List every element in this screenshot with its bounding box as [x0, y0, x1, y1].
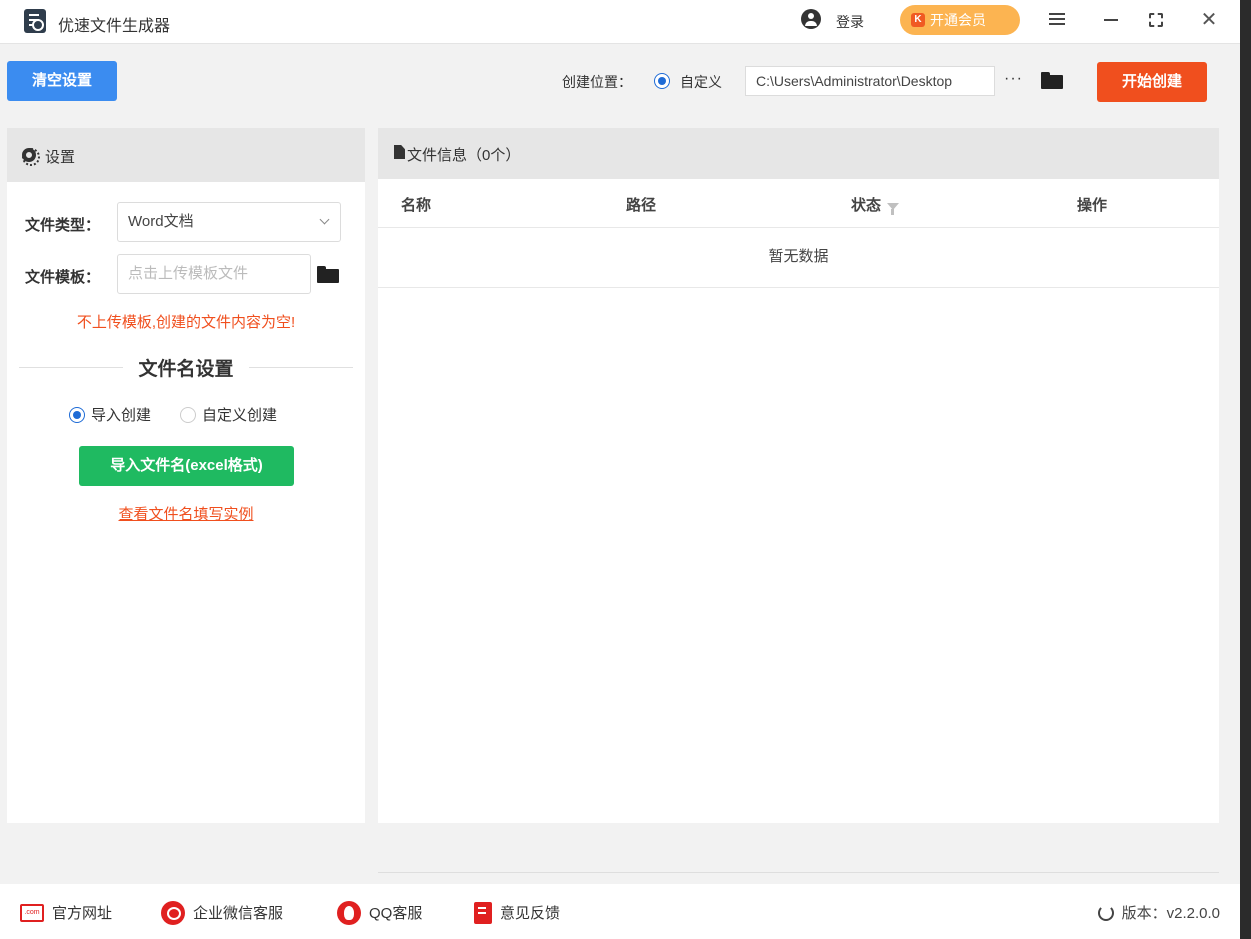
settings-title: 设置 [45, 149, 76, 166]
file-type-label: 文件类型： [25, 217, 101, 234]
column-name: 名称 [401, 197, 432, 214]
more-options-icon[interactable]: ··· [1004, 70, 1023, 88]
settings-panel: 设置 文件类型： Word文档 文件模板： 点击上传模板文件 不上传模板,创建的… [7, 128, 365, 823]
import-filenames-button[interactable]: 导入文件名(excel格式) [79, 446, 294, 486]
maximize-icon[interactable] [1144, 8, 1168, 32]
window-edge [1240, 0, 1251, 939]
template-upload-field[interactable]: 点击上传模板文件 [117, 254, 311, 294]
wechat-service-label: 企业微信客服 [193, 905, 284, 922]
wechat-icon [161, 900, 185, 925]
radio-import-create[interactable]: 导入创建 [69, 404, 151, 425]
radio-custom-create[interactable]: 自定义创建 [180, 404, 277, 425]
vip-button[interactable]: K 开通会员 [900, 5, 1020, 35]
file-type-value: Word文档 [128, 213, 194, 230]
qq-service-label: QQ客服 [369, 905, 423, 922]
refresh-icon [1097, 904, 1114, 921]
filter-icon[interactable] [887, 202, 900, 215]
chevron-down-icon [319, 214, 330, 225]
column-status-label: 状态 [851, 197, 882, 214]
file-info-panel: 文件信息（0个） 名称 路径 状态 操作 暂无数据 [378, 128, 1219, 823]
feedback-label: 意见反馈 [500, 905, 561, 922]
vip-label: 开通会员 [930, 12, 986, 28]
feedback-icon [474, 901, 492, 924]
vip-icon: K [911, 13, 925, 27]
output-path-input[interactable]: C:\Users\Administrator\Desktop [745, 66, 995, 96]
radio-import-indicator [69, 407, 85, 424]
radio-custom-label: 自定义创建 [202, 407, 278, 424]
custom-location-radio[interactable] [654, 73, 670, 89]
version-label: 版本：v2.2.0.0 [1121, 905, 1220, 922]
filename-example-link[interactable]: 查看文件名填写实例 [7, 503, 365, 524]
official-website-label: 官方网址 [52, 905, 113, 922]
create-location-label: 创建位置： [562, 74, 632, 90]
file-type-select[interactable]: Word文档 [117, 202, 341, 242]
folder-icon[interactable] [1041, 72, 1063, 89]
footer-bar: .com 官方网址 企业微信客服 QQ客服 意见反馈 版本：v2.2.0.0 [0, 884, 1240, 939]
column-path: 路径 [626, 197, 657, 214]
title-bar: 优速文件生成器 登录 K 开通会员 ✕ [0, 0, 1240, 44]
version-info[interactable]: 版本：v2.2.0.0 [1097, 902, 1220, 923]
user-icon[interactable] [801, 9, 821, 29]
menu-icon[interactable] [1045, 8, 1069, 32]
minimize-icon[interactable] [1099, 8, 1123, 32]
bottom-divider [378, 872, 1219, 873]
custom-location-label: 自定义 [680, 74, 722, 90]
close-icon[interactable]: ✕ [1197, 8, 1221, 32]
column-action: 操作 [1077, 197, 1108, 214]
filename-section-title: 文件名设置 [138, 359, 234, 380]
gear-icon [22, 148, 40, 166]
app-logo-icon [24, 9, 46, 33]
official-website-link[interactable]: .com 官方网址 [20, 902, 112, 923]
radio-import-label: 导入创建 [91, 407, 152, 424]
template-warning: 不上传模板,创建的文件内容为空! [76, 314, 296, 331]
start-create-button[interactable]: 开始创建 [1097, 62, 1207, 102]
qq-icon [337, 900, 361, 925]
template-folder-icon[interactable] [317, 266, 339, 283]
app-window: 优速文件生成器 登录 K 开通会员 ✕ 清空设置 创建位置： 自定义 C:\Us… [0, 0, 1240, 939]
file-icon [394, 145, 405, 159]
radio-custom-indicator [180, 407, 196, 424]
wechat-service-link[interactable]: 企业微信客服 [161, 900, 284, 925]
clear-settings-button[interactable]: 清空设置 [7, 61, 117, 101]
file-info-header: 文件信息（0个） [378, 128, 1219, 179]
column-status[interactable]: 状态 [851, 194, 900, 215]
qq-service-link[interactable]: QQ客服 [337, 900, 423, 925]
template-label: 文件模板： [25, 269, 101, 286]
login-link[interactable]: 登录 [836, 12, 864, 32]
website-icon: .com [20, 903, 44, 922]
table-header: 名称 路径 状态 操作 [378, 179, 1219, 228]
file-info-title: 文件信息（0个） [407, 147, 521, 164]
app-title: 优速文件生成器 [58, 18, 171, 35]
settings-header: 设置 [7, 128, 365, 182]
feedback-link[interactable]: 意见反馈 [474, 901, 561, 924]
empty-data-row: 暂无数据 [378, 228, 1219, 288]
